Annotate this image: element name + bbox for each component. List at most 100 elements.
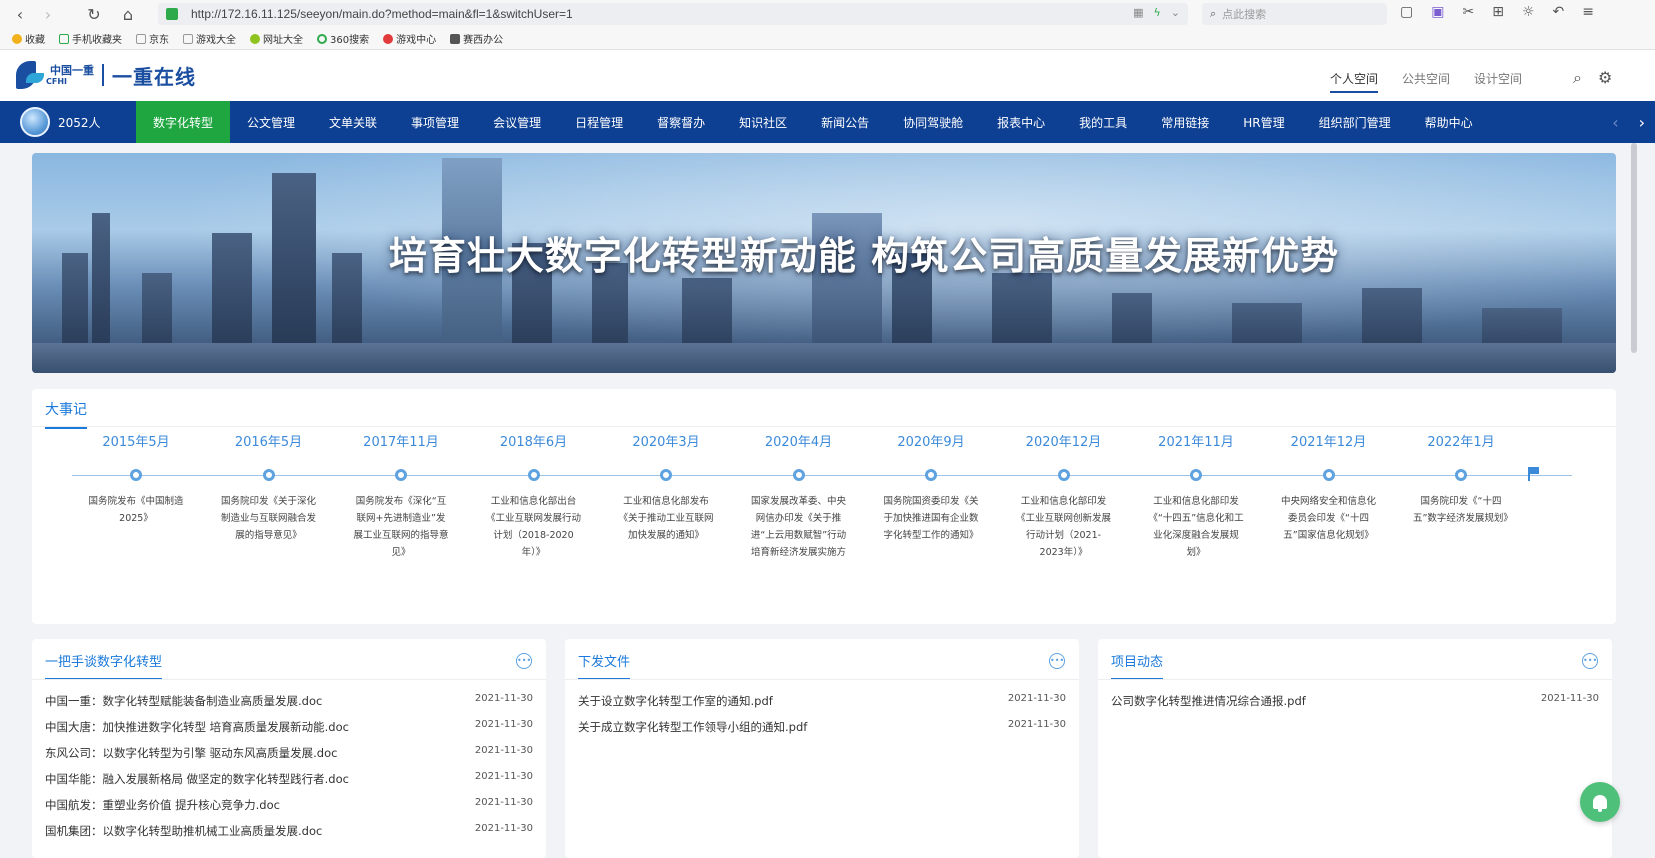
- nav-item-help[interactable]: 帮助中心: [1408, 101, 1490, 143]
- nav-item-knowledge[interactable]: 知识社区: [722, 101, 804, 143]
- timeline-dot[interactable]: [792, 469, 805, 481]
- timeline-date: 2020年3月: [632, 435, 700, 450]
- bookmark-favorites[interactable]: 收藏: [12, 31, 45, 46]
- nav-item-schedule[interactable]: 日程管理: [558, 101, 640, 143]
- timeline-dot[interactable]: [1190, 469, 1202, 481]
- timeline-date: 2020年4月: [764, 435, 833, 450]
- bolt-icon[interactable]: ϟ: [1154, 6, 1161, 19]
- chevron-down-icon[interactable]: ⌄: [1171, 6, 1180, 19]
- nav-item-hr[interactable]: HR管理: [1226, 101, 1301, 143]
- list-title[interactable]: 项目动态: [1111, 651, 1164, 680]
- timeline-dot[interactable]: [395, 469, 407, 481]
- content-area: 培育壮大数字化转型新动能 构筑公司高质量发展新优势 大事记 2015年5月 国务院…: [0, 143, 1655, 858]
- search-icon[interactable]: ⌕: [1573, 68, 1582, 88]
- nav-item-documents[interactable]: 公文管理: [230, 101, 312, 143]
- tab-design-space[interactable]: 设计空间: [1474, 70, 1522, 93]
- timeline-dot[interactable]: [262, 469, 275, 481]
- menu-icon[interactable]: ≡: [1582, 4, 1594, 20]
- user-count: 2052人: [58, 115, 101, 130]
- list-item[interactable]: 公司数字化转型推进情况综合通报.pdf 2021-11-30: [1111, 693, 1599, 713]
- notification-button[interactable]: [1580, 782, 1620, 822]
- timeline-dot[interactable]: [1057, 469, 1070, 481]
- list-item[interactable]: 中国一重：数字化转型赋能装备制造业高质量发展.doc 2021-11-30: [45, 693, 533, 713]
- timeline-dot[interactable]: [1322, 469, 1335, 481]
- list-item[interactable]: 东风公司：以数字化转型为引擎 驱动东风高质量发展.doc 2021-11-30: [45, 745, 533, 765]
- forward-icon[interactable]: ›: [34, 0, 62, 28]
- apps-icon[interactable]: ⊞: [1492, 4, 1504, 20]
- list-item-title[interactable]: 东风公司：以数字化转型为引擎 驱动东风高质量发展.doc: [45, 745, 337, 765]
- banner[interactable]: 培育壮大数字化转型新动能 构筑公司高质量发展新优势: [32, 153, 1616, 373]
- page-icon: [183, 33, 193, 44]
- nav-prev-icon[interactable]: ‹: [1612, 113, 1618, 132]
- site-header: 中国一重 CFHI 一重在线 个人空间 公共空间 设计空间 ⌕ ⚙: [0, 50, 1655, 101]
- list-item[interactable]: 关于成立数字化转型工作领导小组的通知.pdf 2021-11-30: [578, 719, 1066, 739]
- back-icon[interactable]: ‹: [6, 0, 34, 28]
- list-item[interactable]: 中国华能：融入发展新格局 做坚定的数字化转型践行者.doc 2021-11-30: [45, 771, 533, 791]
- nav-next-icon[interactable]: ›: [1639, 113, 1645, 132]
- nav-item-links[interactable]: 常用链接: [1144, 101, 1226, 143]
- nav-item-supervision[interactable]: 督察督办: [640, 101, 722, 143]
- nav-item-matters[interactable]: 事项管理: [394, 101, 476, 143]
- avatar[interactable]: [20, 107, 50, 137]
- timeline-dot[interactable]: [130, 469, 142, 481]
- refresh-icon[interactable]: ↻: [80, 0, 108, 28]
- list-title[interactable]: 一把手谈数字化转型: [45, 651, 163, 680]
- bookmark-games[interactable]: 游戏大全: [183, 31, 236, 46]
- site-logo[interactable]: 中国一重 CFHI 一重在线: [14, 59, 196, 91]
- tab-public-space[interactable]: 公共空间: [1402, 70, 1450, 93]
- list-item-title[interactable]: 关于设立数字化转型工作室的通知.pdf: [578, 693, 773, 713]
- list-item-date: 2021-11-30: [474, 797, 533, 808]
- bookmark-sites[interactable]: 网址大全: [250, 31, 303, 46]
- tab-manager-icon[interactable]: ▢: [1400, 4, 1413, 20]
- events-title[interactable]: 大事记: [45, 399, 87, 429]
- list-item[interactable]: 中国大唐：加快推进数字化转型 培育高质量发展新动能.doc 2021-11-30: [45, 719, 533, 739]
- more-icon[interactable]: •••: [1582, 653, 1598, 669]
- extension-icon[interactable]: ▣: [1431, 4, 1444, 20]
- divider: [1098, 679, 1612, 680]
- nav-item-meetings[interactable]: 会议管理: [476, 101, 558, 143]
- more-icon[interactable]: •••: [1049, 653, 1065, 669]
- bookmark-game-center[interactable]: 游戏中心: [383, 31, 436, 46]
- browser-search-input[interactable]: ⌕ 点此搜索: [1202, 3, 1387, 25]
- nav-item-my-tools[interactable]: 我的工具: [1062, 101, 1144, 143]
- brightness-icon[interactable]: ☼: [1522, 4, 1535, 20]
- timeline-dot[interactable]: [925, 469, 937, 481]
- address-bar[interactable]: http://172.16.11.125/seeyon/main.do?meth…: [158, 3, 1188, 25]
- tab-personal-space[interactable]: 个人空间: [1330, 70, 1379, 93]
- bookmark-360[interactable]: 360搜索: [317, 31, 369, 46]
- bookmark-mobile[interactable]: 手机收藏夹: [59, 31, 122, 46]
- divider: [565, 679, 1079, 680]
- list-item-title[interactable]: 关于成立数字化转型工作领导小组的通知.pdf: [578, 719, 807, 739]
- timeline-date: 2017年11月: [363, 435, 439, 450]
- home-icon[interactable]: ⌂: [114, 0, 142, 28]
- list-item-date: 2021-11-30: [1540, 693, 1599, 704]
- list-item-title[interactable]: 中国大唐：加快推进数字化转型 培育高质量发展新动能.doc: [45, 719, 349, 739]
- list-item-title[interactable]: 中国航发：重塑业务价值 提升核心竞争力.doc: [45, 797, 280, 817]
- scrollbar[interactable]: [1631, 143, 1637, 353]
- grid-icon[interactable]: ▦: [1133, 6, 1143, 19]
- nav-item-reports[interactable]: 报表中心: [980, 101, 1062, 143]
- list-item[interactable]: 中国航发：重塑业务价值 提升核心竞争力.doc 2021-11-30: [45, 797, 533, 817]
- list-item-title[interactable]: 中国一重：数字化转型赋能装备制造业高质量发展.doc: [45, 693, 322, 713]
- nav-item-cockpit[interactable]: 协同驾驶舱: [886, 101, 980, 143]
- timeline-dot[interactable]: [527, 469, 540, 481]
- gear-icon[interactable]: ⚙: [1598, 68, 1612, 88]
- list-item[interactable]: 关于设立数字化转型工作室的通知.pdf 2021-11-30: [578, 693, 1066, 713]
- nav-item-news[interactable]: 新闻公告: [804, 101, 886, 143]
- nav-item-org[interactable]: 组织部门管理: [1302, 101, 1408, 143]
- timeline-dot[interactable]: [1455, 469, 1467, 481]
- timeline-date: 2021年12月: [1290, 435, 1367, 450]
- undo-icon[interactable]: ↶: [1553, 4, 1565, 20]
- list-item-title[interactable]: 中国华能：融入发展新格局 做坚定的数字化转型践行者.doc: [45, 771, 349, 791]
- nav-item-digital-transformation[interactable]: 数字化转型: [136, 101, 231, 143]
- scissors-icon[interactable]: ✂: [1462, 4, 1474, 20]
- timeline-dot[interactable]: [660, 469, 672, 481]
- list-item-title[interactable]: 国机集团：以数字化转型助推机械工业高质量发展.doc: [45, 823, 322, 843]
- list-item-title[interactable]: 公司数字化转型推进情况综合通报.pdf: [1111, 693, 1306, 713]
- bookmark-office[interactable]: 赛西办公: [450, 31, 503, 46]
- nav-item-doc-linking[interactable]: 文单关联: [312, 101, 394, 143]
- more-icon[interactable]: •••: [516, 653, 532, 669]
- list-title[interactable]: 下发文件: [578, 651, 631, 680]
- bookmark-jd[interactable]: 京东: [136, 31, 169, 46]
- list-item[interactable]: 国机集团：以数字化转型助推机械工业高质量发展.doc 2021-11-30: [45, 823, 533, 843]
